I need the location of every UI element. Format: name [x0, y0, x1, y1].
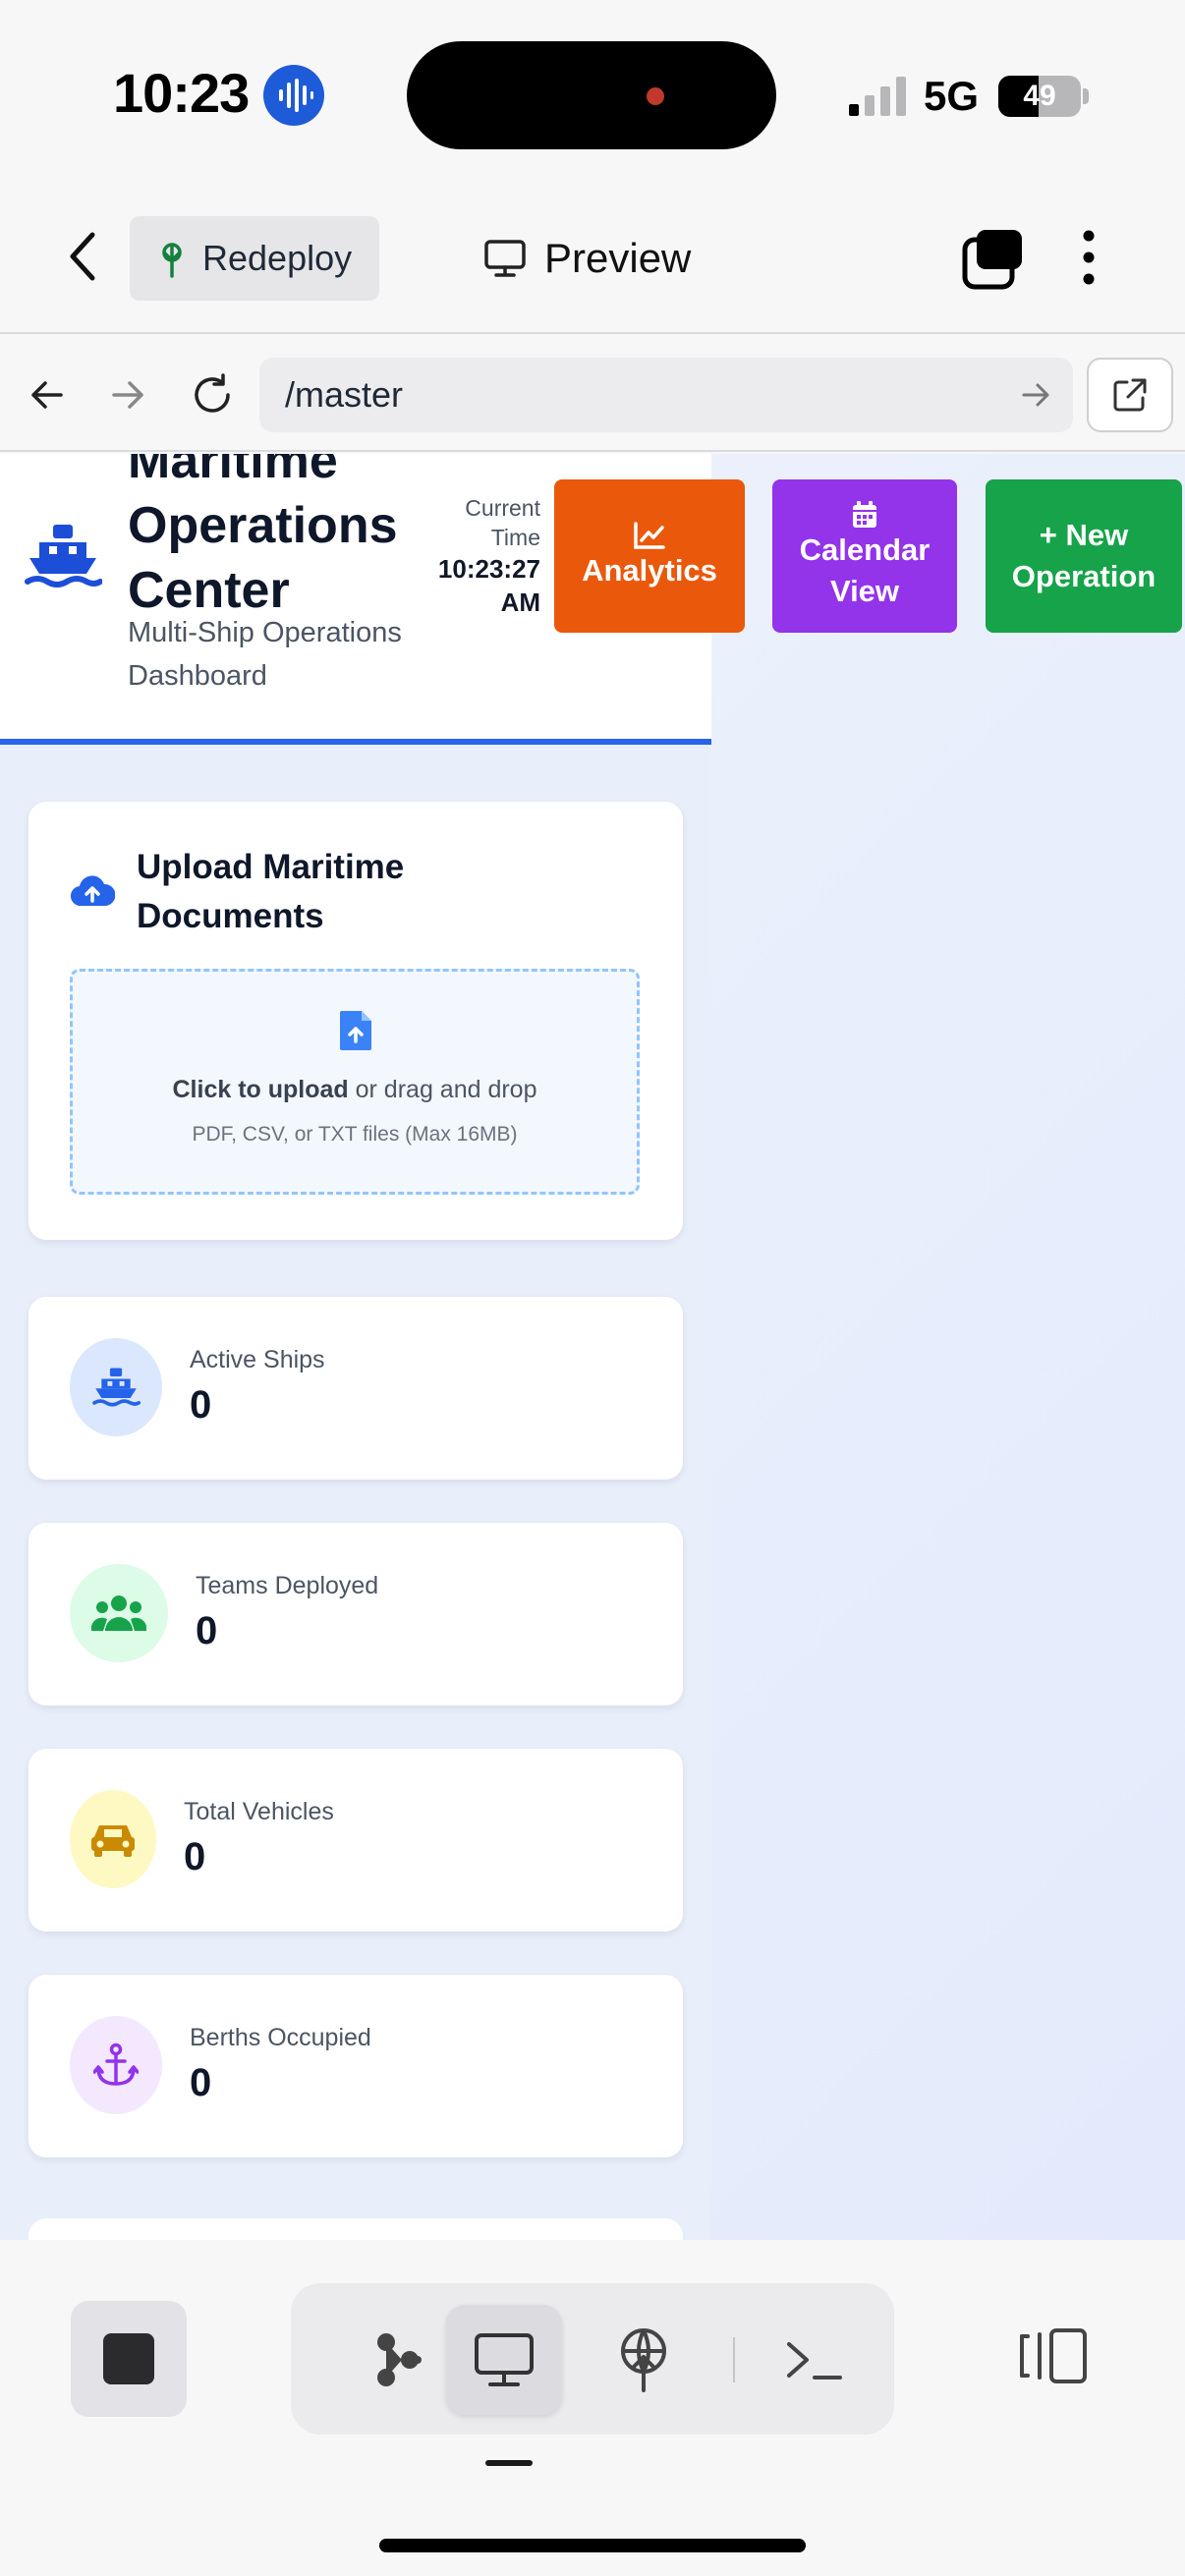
stat-label: Berths Occupied	[190, 2024, 371, 2051]
stat-card-active-ships: Active Ships 0	[28, 1297, 683, 1480]
calendar-view-button[interactable]: Calendar View	[772, 479, 957, 633]
current-time: Current Time 10:23:27 AM	[413, 493, 540, 619]
browser-url-bar: /master	[0, 336, 1185, 452]
stat-value: 0	[184, 1835, 206, 1878]
chart-line-icon	[634, 522, 665, 549]
browser-back-button[interactable]	[18, 365, 77, 424]
battery-icon: 49	[998, 76, 1081, 117]
url-text: /master	[285, 374, 404, 415]
page-title: Maritime Operations Center	[128, 454, 398, 619]
bottom-toolbar	[0, 2240, 1185, 2576]
status-time: 10:23	[113, 62, 250, 124]
arrow-right-icon	[112, 381, 143, 409]
file-type-hint: PDF, CSV, or TXT files (Max 16MB)	[192, 1123, 518, 1146]
tab-agent[interactable]	[340, 2305, 456, 2415]
panel-icon	[1020, 2328, 1087, 2383]
calendar-icon	[853, 501, 876, 528]
drawer-handle[interactable]	[485, 2460, 533, 2466]
cellular-signal-icon	[849, 77, 912, 121]
redeploy-label: Redeploy	[202, 238, 353, 278]
web-preview[interactable]: Maritime Operations Center Multi-Ship Op…	[0, 454, 1185, 2240]
deploy-icon	[621, 2328, 666, 2392]
back-button[interactable]	[55, 226, 110, 287]
file-dropzone[interactable]: Click to upload or drag and drop PDF, CS…	[70, 969, 640, 1195]
status-bar: 10:23 5G 49	[0, 0, 1185, 187]
stat-card-berths-occupied: Berths Occupied 0	[28, 1975, 683, 2157]
upload-card: Upload Maritime Documents Click to uploa…	[28, 802, 683, 1240]
current-time-label: Current Time	[465, 495, 540, 550]
preview-label: Preview	[544, 235, 692, 281]
chevron-left-icon	[70, 232, 95, 281]
stat-value: 0	[190, 1383, 212, 1427]
home-indicator[interactable]	[379, 2539, 806, 2552]
anchor-icon	[70, 2016, 162, 2114]
stat-label: Active Ships	[190, 1346, 325, 1373]
empty-right-area	[711, 611, 1185, 2240]
stat-value: 0	[196, 1609, 218, 1652]
stat-label: Teams Deployed	[196, 1572, 379, 1599]
tabs-icon	[962, 230, 1022, 290]
calendar-view-label: Calendar View	[799, 532, 931, 608]
panel-toggle-button[interactable]	[1014, 2307, 1093, 2405]
upload-title: Upload Maritime Documents	[137, 848, 405, 935]
audio-recording-icon	[263, 65, 324, 126]
page-subtitle: Multi-Ship Operations Dashboard	[128, 617, 402, 692]
network-type: 5G	[924, 73, 980, 119]
file-upload-icon	[338, 1009, 373, 1057]
more-vertical-icon	[1083, 230, 1095, 285]
car-icon	[70, 1790, 156, 1888]
stat-card-teams-deployed: Teams Deployed 0	[28, 1523, 683, 1706]
ship-icon	[70, 1338, 162, 1436]
stop-icon	[103, 2333, 154, 2384]
cloud-upload-icon	[70, 874, 116, 913]
camera-indicator-icon	[647, 87, 664, 105]
battery-percent: 49	[1023, 80, 1056, 112]
analytics-button[interactable]: Analytics	[554, 479, 745, 633]
agent-nodes-icon	[377, 2333, 422, 2386]
tab-deploy[interactable]	[586, 2305, 702, 2415]
reload-button[interactable]	[183, 365, 242, 424]
next-card-partial	[28, 2218, 683, 2240]
tabs-button[interactable]	[961, 228, 1024, 296]
new-operation-button[interactable]: + New Operation	[986, 479, 1182, 633]
plus-icon: +	[1039, 518, 1066, 552]
new-operation-label: New Operation	[1011, 518, 1157, 593]
more-menu-button[interactable]	[1081, 228, 1097, 292]
ship-icon	[24, 521, 103, 596]
monitor-icon	[484, 240, 526, 277]
dynamic-island	[407, 41, 776, 149]
go-arrow-icon[interactable]	[1018, 375, 1053, 415]
drag-drop-text: or drag and drop	[348, 1076, 537, 1103]
url-input[interactable]: /master	[259, 358, 1073, 432]
app-top-bar: Redeploy Preview	[0, 187, 1185, 334]
terminal-icon	[787, 2342, 842, 2380]
open-external-button[interactable]	[1087, 358, 1173, 432]
browser-forward-button[interactable]	[98, 365, 157, 424]
redeploy-button[interactable]: Redeploy	[130, 216, 379, 301]
preview-tab[interactable]: Preview	[483, 226, 691, 291]
tab-shell[interactable]	[757, 2305, 873, 2415]
stat-card-total-vehicles: Total Vehicles 0	[28, 1749, 683, 1932]
tab-preview[interactable]	[446, 2305, 562, 2415]
reload-icon	[195, 373, 230, 413]
monitor-icon	[475, 2333, 534, 2386]
redeploy-icon	[162, 243, 182, 278]
analytics-label: Analytics	[582, 553, 717, 588]
users-icon	[70, 1564, 168, 1662]
stat-label: Total Vehicles	[184, 1798, 334, 1825]
stop-button[interactable]	[71, 2301, 187, 2417]
arrow-left-icon	[31, 381, 63, 409]
click-to-upload-link[interactable]: Click to upload	[173, 1076, 349, 1103]
current-time-value: 10:23:27 AM	[437, 554, 540, 617]
dropzone-instructions: Click to upload or drag and drop	[73, 1076, 637, 1104]
stat-value: 0	[190, 2061, 212, 2104]
view-switcher	[291, 2283, 894, 2435]
external-link-icon	[1113, 378, 1147, 412]
